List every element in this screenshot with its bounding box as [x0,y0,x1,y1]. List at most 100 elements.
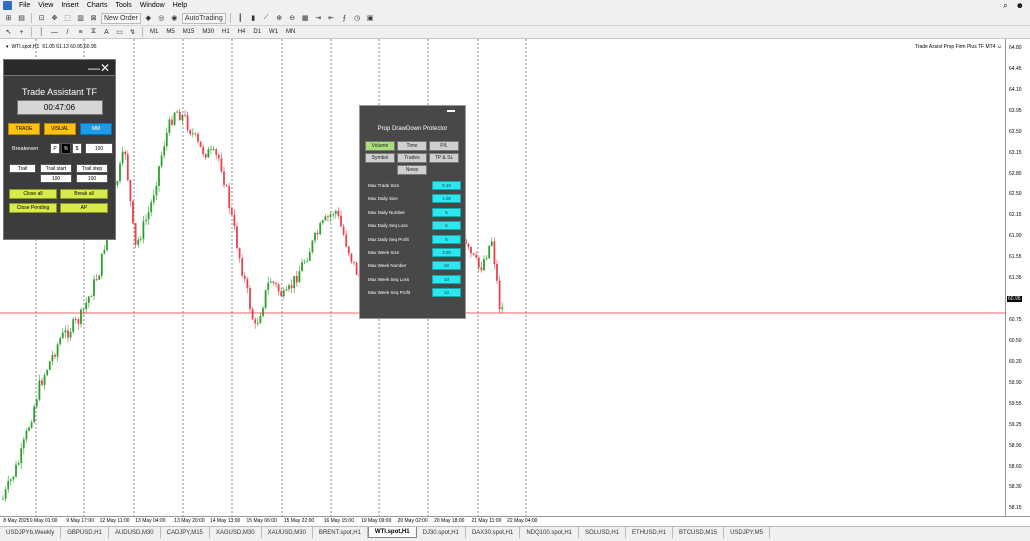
menu-charts[interactable]: Charts [83,2,112,9]
autotrading-button[interactable]: AutoTrading [181,12,226,24]
periods-icon[interactable]: ◷ [352,13,363,24]
tab-volume[interactable]: Volume [365,141,395,151]
menu-insert[interactable]: Insert [57,2,83,9]
minimize-icon[interactable] [447,110,455,112]
chart-tab[interactable]: WTI.spot,H1 [367,527,417,538]
chart-tab[interactable]: SOLUSD,H1 [579,527,627,538]
chart-area[interactable] [0,39,1006,516]
community-icon[interactable]: ☻ [1016,1,1024,11]
metaeditor-icon[interactable]: ◆ [143,13,154,24]
chart-tab[interactable]: ETHUSD,H1 [626,527,674,538]
tf-w1[interactable]: W1 [266,27,281,37]
tf-m1[interactable]: M1 [147,27,161,37]
text-icon[interactable]: A [101,27,112,38]
ap-button[interactable]: AP [60,203,108,213]
prop-row-value[interactable]: 0.10 [432,181,461,190]
be-points-toggle[interactable]: P [50,143,60,154]
tile-icon[interactable]: ▦ [300,13,311,24]
prop-row-value[interactable]: 10 [432,288,461,298]
tf-mn[interactable]: MN [283,27,298,37]
menu-window[interactable]: Window [136,2,169,9]
fibo-icon[interactable]: ⧖ [88,27,99,38]
zoom-out-icon[interactable]: ⊖ [287,13,298,24]
templates-icon[interactable]: ▣ [365,13,376,24]
prop-row-value[interactable]: 5 [432,207,461,217]
new-order-button[interactable]: New Order [101,12,141,24]
prop-row-value[interactable]: 5 [432,221,461,231]
navigator-icon[interactable]: ⬚ [62,13,73,24]
minimize-close-icon[interactable]: —✕ [88,60,110,76]
prop-row-value[interactable]: 3.00 [432,248,461,257]
be-dollar-toggle[interactable]: $ [72,143,82,154]
candlestick-icon[interactable]: ▮ [248,13,259,24]
tf-m5[interactable]: M5 [163,27,177,37]
panel-header[interactable]: —✕ [4,60,115,76]
trail-button[interactable]: Trail [9,164,36,173]
be-percent-toggle[interactable]: % [61,143,71,154]
zoom-in-icon[interactable]: ⊕ [274,13,285,24]
close-all-button[interactable]: Close all [9,189,57,199]
search-icon[interactable]: ⌕ [1003,1,1007,11]
tab-news[interactable]: News [397,165,427,175]
shift-icon[interactable]: ⇤ [326,13,337,24]
prop-row-value[interactable]: 5 [432,234,461,244]
chart-tab[interactable]: BRENT.spot,H1 [313,527,368,538]
menu-help[interactable]: Help [169,2,191,9]
new-chart-icon[interactable]: ⊞ [3,13,14,24]
tf-m30[interactable]: M30 [199,27,217,37]
market-watch-icon[interactable]: ⊡ [36,13,47,24]
trendline-icon[interactable]: / [62,27,73,38]
chart-tab[interactable]: XAUUSD,M30 [262,527,313,538]
label-icon[interactable]: ▭ [114,27,125,38]
breakeven-input[interactable]: 100 [85,143,113,154]
time-axis[interactable]: 8 May 2025 9 May 01:00 9 May 17:00 12 May 1… [0,516,1030,526]
crosshair-icon[interactable]: + [16,27,27,38]
chart-tab[interactable]: DAX30.spot,H1 [466,527,521,538]
prop-row-value[interactable]: 10 [432,261,461,271]
tab-time[interactable]: Time [397,141,427,151]
profiles-icon[interactable]: ▤ [16,13,27,24]
autoscroll-icon[interactable]: ⇥ [313,13,324,24]
trail-start-input[interactable]: 100 [40,174,72,183]
trail-step-input[interactable]: 100 [76,174,108,183]
chart-tab[interactable]: USDJPYb,Weekly [0,527,62,538]
data-window-icon[interactable]: ✥ [49,13,60,24]
tab-pl[interactable]: P/L [429,141,459,151]
price-axis[interactable]: 64.80 64.45 64.10 63.95 63.50 63.15 62.80 62.50… [1006,39,1030,516]
chart-tab[interactable]: BTCUSD,M15 [673,527,725,538]
tf-d1[interactable]: D1 [250,27,264,37]
tab-trades[interactable]: Trades [397,153,427,163]
candlestick-chart[interactable] [0,39,1006,516]
tf-h1[interactable]: H1 [219,27,233,37]
tf-h4[interactable]: H4 [235,27,249,37]
chart-tab[interactable]: USDJPY,M5 [724,527,770,538]
arrows-icon[interactable]: ↯ [127,27,138,38]
visual-button[interactable]: VISUAL [44,123,76,135]
chart-tab[interactable]: NDQ100.spot,H1 [520,527,580,538]
line-chart-icon[interactable]: ⟋ [261,13,272,24]
tester-icon[interactable]: ⊠ [88,13,99,24]
horizontal-line-icon[interactable]: — [49,27,60,38]
chat-icon[interactable]: ◉ [169,13,180,24]
chart-tab[interactable]: DJ30.spot,H1 [417,527,466,538]
chart-tab[interactable]: CADJPY,M15 [161,527,210,538]
tab-tp-sl[interactable]: TP & SL [429,153,459,163]
chart-tab[interactable]: XAGUSD,M30 [210,527,262,538]
break-all-button[interactable]: Break all [60,189,108,199]
vertical-line-icon[interactable]: │ [36,27,47,38]
cursor-icon[interactable]: ↖ [3,27,14,38]
trade-button[interactable]: TRADE [8,123,40,135]
mm-button[interactable]: MM [80,123,112,135]
prop-row-value[interactable]: 1.00 [432,194,461,204]
chart-tab[interactable]: GBPUSD,H1 [61,527,109,538]
menu-tools[interactable]: Tools [111,2,135,9]
bar-chart-icon[interactable]: ┃ [235,13,246,24]
close-pending-button[interactable]: Close Pending [9,203,57,213]
signals-icon[interactable]: ◎ [156,13,167,24]
indicators-icon[interactable]: ⨍ [339,13,350,24]
channel-icon[interactable]: ≡ [75,27,86,38]
prop-row-value[interactable]: 10 [432,274,461,284]
menu-file[interactable]: File [15,2,34,9]
tab-symbol[interactable]: Symbol [365,153,395,163]
terminal-icon[interactable]: ▥ [75,13,86,24]
